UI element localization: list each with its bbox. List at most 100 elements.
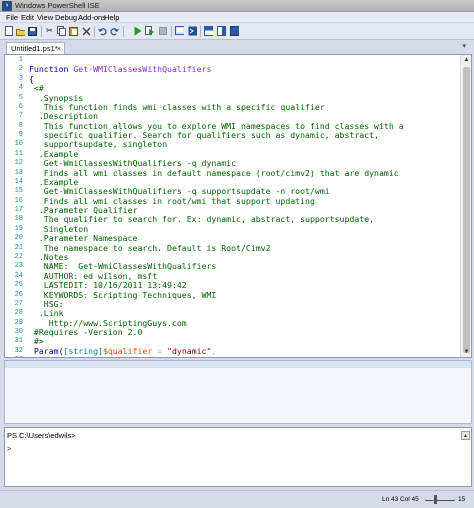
line-number: 26 <box>14 290 23 299</box>
menu-edit[interactable]: Edit <box>20 12 35 23</box>
line-number: 29 <box>14 318 23 327</box>
toolbar-separator <box>41 26 42 37</box>
code-token: [string] <box>39 355 78 357</box>
line-number: 30 <box>14 328 23 337</box>
window-title: Windows PowerShell ISE <box>15 1 100 10</box>
code-line: #Requires -Version 2.0 <box>29 327 143 338</box>
line-number: 27 <box>14 299 23 308</box>
menu-help[interactable]: Help <box>103 12 120 23</box>
line-number: 17 <box>14 206 23 215</box>
line-number: 8 <box>18 121 23 130</box>
show-script-pane-max-icon[interactable] <box>230 26 239 36</box>
menu-file[interactable]: File <box>5 12 19 23</box>
code-token: Get-WMIClassesWithQualifiers <box>73 64 212 75</box>
code-line: Function Get-WMIClassesWithQualifiers <box>29 65 211 74</box>
line-number: 6 <box>18 102 23 111</box>
save-icon[interactable] <box>28 26 37 36</box>
command-pane[interactable]: PS C:\Users\edwils> ▲ > <box>4 427 472 487</box>
code-token: "root\cimv2" <box>142 355 201 357</box>
code-token: = <box>128 355 143 357</box>
clear-icon[interactable] <box>82 26 91 36</box>
line-number: 33 <box>5 356 23 357</box>
powershell-icon: › <box>2 1 12 11</box>
show-script-pane-right-icon[interactable] <box>217 26 226 36</box>
tab-untitled1[interactable]: Untitled1.ps1* × <box>6 42 65 54</box>
script-editor[interactable]: 1 2 3 4 5 6 7 8 9 10 11 12 13 14 15 16 17 18 19 20 21 22 23 24 2… <box>4 54 472 358</box>
menu-debug[interactable]: Debug <box>54 12 78 23</box>
toolbar-separator <box>123 26 124 37</box>
menu-bar: File Edit View Debug Add-ons Help <box>0 12 474 23</box>
line-number-gutter: 1 2 3 4 5 6 7 8 9 10 11 12 13 14 15 16 17 18 19 20 21 22 23 24 2… <box>5 55 28 357</box>
cut-icon[interactable]: ✂ <box>45 26 54 36</box>
collapse-icon[interactable]: ▲ <box>461 431 470 440</box>
line-number: 7 <box>18 112 23 121</box>
line-number: 12 <box>14 159 23 168</box>
console-prompt: PS C:\Users\edwils> <box>7 431 76 440</box>
code-token: Function <box>29 64 74 75</box>
line-number: 4 <box>18 84 23 93</box>
status-bar: Ln 43 Col 45 15 <box>0 490 474 508</box>
start-powershell-icon[interactable] <box>188 26 197 36</box>
code-area[interactable]: Function Get-WMIClassesWithQualifiers{ <… <box>29 55 461 357</box>
line-number: 19 <box>14 224 23 233</box>
code-token: ) <box>202 355 207 357</box>
code-line: [string]$namespace = "root\cimv2") <box>29 355 207 357</box>
run-selection-icon[interactable] <box>145 26 154 36</box>
line-number: 5 <box>18 93 23 102</box>
line-number: 28 <box>14 309 23 318</box>
line-number: 32 <box>14 346 23 355</box>
paste-icon[interactable] <box>69 26 78 36</box>
stop-icon[interactable] <box>158 26 167 36</box>
line-number: 21 <box>14 243 23 252</box>
new-remote-tab-icon[interactable] <box>175 26 184 36</box>
editor-vertical-scrollbar[interactable]: ▲ ▼ <box>460 55 471 357</box>
code-token: $namespace <box>78 355 127 357</box>
line-number: 20 <box>14 234 23 243</box>
tab-label: Untitled1.ps1* <box>11 44 58 53</box>
menu-view[interactable]: View <box>36 12 54 23</box>
line-number: 11 <box>14 149 23 158</box>
line-number: 31 <box>14 337 23 346</box>
undo-icon[interactable] <box>98 26 107 36</box>
status-column: Col 45 <box>400 496 419 503</box>
toolbar: ✂ <box>0 23 474 40</box>
line-number: 3 <box>18 74 23 83</box>
line-number: 18 <box>14 215 23 224</box>
tab-strip: Untitled1.ps1* × ▾ <box>0 40 474 54</box>
code-line: Finds all wmi classes in default namespa… <box>29 168 399 178</box>
output-pane[interactable] <box>4 360 472 424</box>
line-number: 15 <box>14 187 23 196</box>
line-number: 2 <box>18 65 23 74</box>
title-bar: › Windows PowerShell ISE <box>0 0 474 12</box>
redo-icon[interactable] <box>110 26 119 36</box>
code-token: #Requires -Version 2.0 <box>29 327 143 338</box>
zoom-slider[interactable] <box>425 500 455 501</box>
zoom-level: 15 <box>458 496 466 503</box>
line-number: 13 <box>14 168 23 177</box>
tab-list-chevron-icon[interactable]: ▾ <box>462 42 466 50</box>
line-number: 24 <box>14 271 23 280</box>
line-number: 9 <box>18 131 23 140</box>
code-token: , <box>211 345 217 356</box>
line-number: 22 <box>14 252 23 261</box>
command-input[interactable]: > <box>7 444 11 453</box>
scrollbar-thumb[interactable] <box>463 67 470 353</box>
copy-icon[interactable] <box>57 26 66 36</box>
toolbar-separator <box>200 26 201 37</box>
line-number: 10 <box>14 140 23 149</box>
output-pane-header <box>5 361 471 368</box>
show-script-pane-top-icon[interactable] <box>204 26 213 36</box>
line-number: 23 <box>14 262 23 271</box>
line-number: 1 <box>18 56 23 64</box>
scroll-down-icon[interactable]: ▼ <box>461 347 471 357</box>
toolbar-separator <box>94 26 95 37</box>
close-icon[interactable]: × <box>57 43 61 54</box>
scroll-up-icon[interactable]: ▲ <box>461 55 471 65</box>
new-file-icon[interactable] <box>4 26 13 36</box>
line-number: 16 <box>14 196 23 205</box>
toolbar-separator <box>171 26 172 37</box>
zoom-slider-thumb[interactable] <box>434 495 437 504</box>
run-script-icon[interactable] <box>133 26 142 36</box>
open-icon[interactable] <box>16 26 25 36</box>
